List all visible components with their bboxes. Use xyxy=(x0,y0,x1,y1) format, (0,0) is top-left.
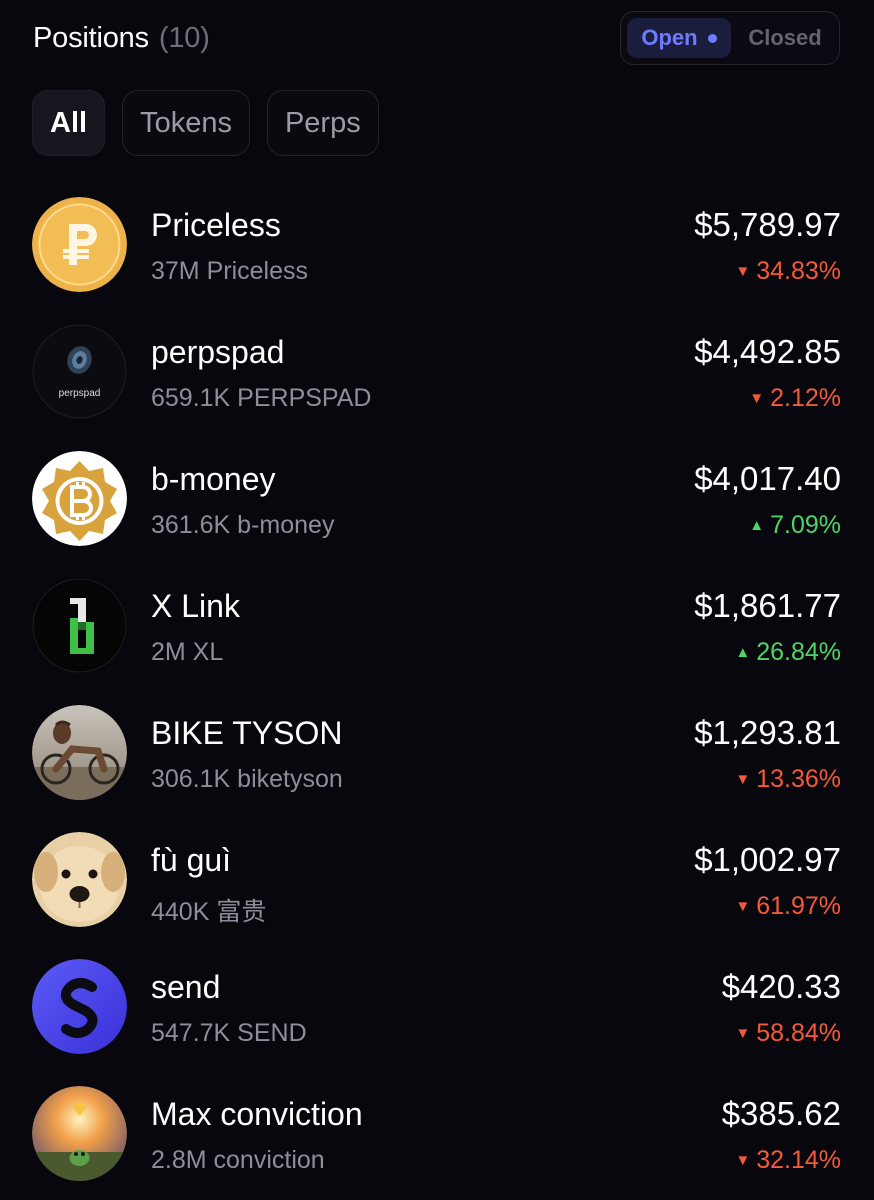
position-value: $4,492.85 xyxy=(694,333,841,370)
position-amount: 659.1K PERPSPAD xyxy=(151,384,372,412)
triangle-down-icon: ▼ xyxy=(735,1152,751,1169)
position-name: b-money xyxy=(151,461,276,497)
max-conviction-avatar xyxy=(32,1086,127,1181)
position-amount: 306.1K biketyson xyxy=(151,765,343,793)
position-change: ▼ 61.97% xyxy=(735,892,841,921)
position-name: perpspad xyxy=(151,334,285,370)
position-change: ▼ 13.36% xyxy=(735,765,841,794)
position-change: ▲ 7.09% xyxy=(749,511,841,540)
send-logo-icon xyxy=(32,959,127,1054)
change-percent: 26.84% xyxy=(756,638,841,666)
position-row-send[interactable]: send 547.7K SEND $420.33 ▼ 58.84% xyxy=(0,942,874,1069)
position-change: ▼ 2.12% xyxy=(749,384,841,413)
position-amount: 2M XL xyxy=(151,638,224,666)
position-change: ▲ 26.84% xyxy=(735,638,841,667)
filter-all-button[interactable]: All xyxy=(32,90,106,156)
position-value: $1,293.81 xyxy=(694,714,841,751)
triangle-up-icon: ▲ xyxy=(735,644,751,661)
perpspad-logo-icon: perpspad xyxy=(32,324,127,419)
active-dot-icon xyxy=(707,33,717,43)
positions-header: Positions (10) Open Closed xyxy=(0,0,874,80)
open-closed-toggle: Open Closed xyxy=(620,11,840,65)
position-value: $385.62 xyxy=(721,1095,841,1132)
filter-perps-button[interactable]: Perps xyxy=(266,90,379,156)
puppy-avatar xyxy=(32,832,127,927)
position-value: $420.33 xyxy=(721,968,841,1005)
closed-label: Closed xyxy=(748,25,822,50)
filter-tokens-button[interactable]: Tokens xyxy=(122,90,250,156)
priceless-coin-icon xyxy=(32,197,127,292)
position-value: $5,789.97 xyxy=(694,206,841,243)
position-row-perpspad[interactable]: perpspad perpspad 659.1K PERPSPAD $4,492… xyxy=(0,307,874,434)
filter-tabs: All Tokens Perps xyxy=(32,90,379,156)
triangle-down-icon: ▼ xyxy=(735,771,751,788)
change-percent: 34.83% xyxy=(756,257,841,285)
page-title: Positions (10) xyxy=(33,22,210,55)
open-toggle-button[interactable]: Open xyxy=(627,18,731,58)
position-row-bike-tyson[interactable]: BIKE TYSON 306.1K biketyson $1,293.81 ▼ … xyxy=(0,688,874,815)
position-amount: 37M Priceless xyxy=(151,257,308,285)
bike-tyson-avatar xyxy=(32,705,127,800)
title-label: Positions xyxy=(33,22,149,54)
change-percent: 58.84% xyxy=(756,1019,841,1047)
change-percent: 13.36% xyxy=(756,765,841,793)
position-value: $1,861.77 xyxy=(694,587,841,624)
position-change: ▼ 32.14% xyxy=(735,1146,841,1175)
position-name: fù guì xyxy=(151,842,232,878)
triangle-up-icon: ▲ xyxy=(749,517,765,534)
position-amount: 440K 富贵 xyxy=(151,898,267,926)
position-row-x-link[interactable]: X Link 2M XL $1,861.77 ▲ 26.84% xyxy=(0,561,874,688)
positions-list: Priceless 37M Priceless $5,789.97 ▼ 34.8… xyxy=(0,180,874,1196)
position-row-max-conviction[interactable]: Max conviction 2.8M conviction $385.62 ▼… xyxy=(0,1069,874,1196)
perpspad-logo-text: perpspad xyxy=(59,388,101,399)
triangle-down-icon: ▼ xyxy=(735,1025,751,1042)
position-name: Max conviction xyxy=(151,1096,363,1132)
position-name: send xyxy=(151,969,221,1005)
position-name: X Link xyxy=(151,588,240,624)
triangle-down-icon: ▼ xyxy=(749,390,765,407)
position-amount: 361.6K b-money xyxy=(151,511,335,539)
position-amount: 2.8M conviction xyxy=(151,1146,325,1174)
triangle-down-icon: ▼ xyxy=(735,898,751,915)
position-row-b-money[interactable]: b-money 361.6K b-money $4,017.40 ▲ 7.09% xyxy=(0,434,874,561)
position-value: $1,002.97 xyxy=(694,841,841,878)
change-percent: 2.12% xyxy=(770,384,841,412)
closed-toggle-button[interactable]: Closed xyxy=(733,18,837,58)
change-percent: 61.97% xyxy=(756,892,841,920)
b-money-coin-icon xyxy=(32,451,127,546)
triangle-down-icon: ▼ xyxy=(735,263,751,280)
position-name: BIKE TYSON xyxy=(151,715,343,751)
position-amount: 547.7K SEND xyxy=(151,1019,307,1047)
position-change: ▼ 34.83% xyxy=(735,257,841,286)
position-row-priceless[interactable]: Priceless 37M Priceless $5,789.97 ▼ 34.8… xyxy=(0,180,874,307)
x-link-logo-icon xyxy=(32,578,127,673)
change-percent: 32.14% xyxy=(756,1146,841,1174)
change-percent: 7.09% xyxy=(770,511,841,539)
positions-count: (10) xyxy=(158,22,210,54)
position-name: Priceless xyxy=(151,207,281,243)
position-value: $4,017.40 xyxy=(694,460,841,497)
open-label: Open xyxy=(641,25,698,50)
position-change: ▼ 58.84% xyxy=(735,1019,841,1048)
position-row-fu-gui[interactable]: fù guì 440K 富贵 $1,002.97 ▼ 61.97% xyxy=(0,815,874,942)
